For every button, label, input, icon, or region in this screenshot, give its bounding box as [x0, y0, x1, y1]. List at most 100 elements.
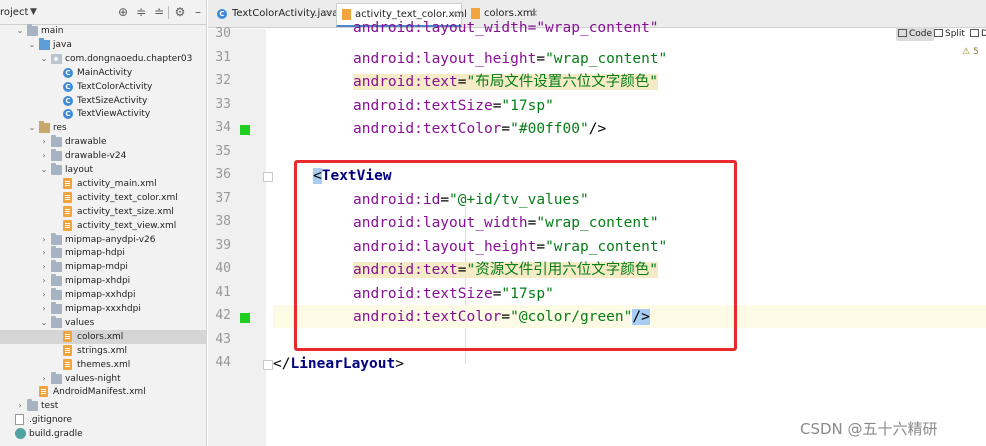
tree-item-label: build.gradle [29, 429, 83, 440]
tree-item[interactable]: themes.xml [0, 358, 206, 372]
tree-item[interactable]: activity_text_view.xml [0, 219, 206, 233]
line-number: 33 [215, 96, 231, 112]
tree-item[interactable]: ⌄ com.dongnaoedu.chapter03 [0, 52, 206, 66]
tree-item[interactable]: › mipmap-anydpi-v26 [0, 232, 206, 247]
line-number: 39 [215, 237, 231, 253]
tree-item[interactable]: TextViewActivity [0, 107, 206, 121]
chevron-right-icon[interactable]: › [15, 399, 25, 413]
text-icon [15, 414, 24, 426]
code-line[interactable]: android:text="布局文件设置六位文字颜色" [273, 70, 986, 93]
tree-item[interactable]: › test [0, 399, 206, 413]
line-number: 36 [215, 167, 231, 182]
code-equals: = [536, 50, 546, 67]
folder-icon [51, 302, 62, 314]
color-preview-marker[interactable] [240, 313, 250, 323]
code-text: android:layout_height="wrap_content" [353, 50, 667, 68]
folder-icon [51, 135, 62, 148]
warning-count: 5 [972, 47, 979, 57]
project-title[interactable]: roject [0, 7, 28, 18]
tree-item[interactable]: › mipmap-xxhdpi [0, 288, 206, 302]
chevron-down-icon[interactable]: ⌄ [39, 52, 49, 66]
tree-item[interactable]: strings.xml [0, 344, 206, 358]
locate-icon[interactable]: ⊕ [116, 5, 130, 19]
tree-item[interactable]: activity_text_color.xml [0, 191, 206, 205]
tree-item[interactable]: colors.xml [0, 329, 206, 344]
code-line[interactable]: android:textSize="17sp" [273, 94, 986, 117]
tree-item[interactable]: ⌄ layout [0, 163, 206, 177]
tree-item[interactable]: › values-night [0, 371, 206, 386]
code-line[interactable]: android:layout_width="wrap_content" [273, 20, 986, 46]
code-text: android:textColor="#00ff00"/> [353, 120, 606, 138]
expand-all-icon[interactable]: ≑ [134, 5, 148, 19]
tree-item[interactable]: MainActivity [0, 66, 206, 80]
tree-item[interactable]: › mipmap-xhdpi [0, 274, 206, 288]
tree-item[interactable]: › drawable [0, 135, 206, 149]
code-line[interactable]: </LinearLayout> [273, 352, 986, 375]
tree-item[interactable]: ⌄ res [0, 121, 206, 135]
code-line[interactable]: android:layout_height="wrap_content" [273, 47, 986, 70]
code-text: android:layout_width="wrap_content" [353, 19, 659, 37]
tree-item[interactable]: › mipmap-mdpi [0, 260, 206, 274]
tree-item[interactable]: › mipmap-xxxhdpi [0, 302, 206, 316]
design-view-button[interactable]: D [970, 27, 986, 41]
tree-item[interactable]: activity_main.xml [0, 177, 206, 191]
chevron-down-icon[interactable]: ⌄ [15, 24, 25, 38]
tree-item-label: drawable [65, 137, 107, 148]
folder-icon [51, 371, 62, 384]
minimize-icon[interactable]: – [191, 5, 205, 19]
chevron-down-icon[interactable]: ⌄ [27, 121, 37, 135]
tree-item[interactable]: TextColorActivity [0, 80, 206, 94]
tab-label: TextColorActivity.java [232, 8, 339, 19]
chevron-right-icon[interactable]: › [39, 135, 49, 149]
chevron-right-icon[interactable]: › [39, 372, 49, 386]
tree-item-label: .gitignore [29, 415, 73, 426]
tree-item[interactable]: TextSizeActivity [0, 94, 206, 108]
collapse-all-icon[interactable]: ≐ [152, 5, 166, 19]
tree-item[interactable]: .gitignore [0, 413, 206, 427]
chevron-right-icon[interactable]: › [39, 274, 49, 288]
tree-item[interactable]: AndroidManifest.xml [0, 385, 206, 399]
code-text: android:textSize="17sp" [353, 97, 554, 115]
code-tag-close: /> [588, 121, 607, 137]
chevron-right-icon[interactable]: › [39, 288, 49, 302]
tree-item-label: values [65, 317, 95, 328]
chevron-down-icon[interactable]: ⌄ [39, 163, 49, 177]
line-number: 43 [215, 331, 231, 347]
tree-item-label: TextViewActivity [77, 109, 151, 120]
fold-icon[interactable] [263, 172, 273, 182]
project-tool-window: roject ▼ ⊕ ≑ ≐ ⚙ – ⌄ main ⌄ java ⌄ com.dongna… [0, 0, 207, 446]
gear-icon[interactable]: ⚙ [173, 5, 187, 19]
chevron-right-icon[interactable]: › [39, 302, 49, 316]
tree-item[interactable]: ⌄ values [0, 315, 206, 330]
class-icon [217, 9, 227, 19]
code-view-button[interactable]: Code [896, 27, 935, 41]
xml-icon [63, 219, 72, 231]
close-icon[interactable]: × [324, 3, 332, 25]
tree-item[interactable]: ⌄ main [0, 24, 206, 38]
tree-item[interactable]: build.gradle [0, 427, 206, 441]
tree-item[interactable]: › drawable-v24 [0, 149, 206, 163]
warnings-indicator[interactable]: ⚠ 5 [962, 47, 979, 57]
color-preview-marker[interactable] [240, 125, 250, 135]
line-number: 38 [215, 214, 231, 229]
chevron-right-icon[interactable]: › [39, 233, 49, 247]
chevron-down-icon[interactable]: ⌄ [27, 38, 37, 52]
fold-icon[interactable] [263, 360, 273, 370]
tree-item[interactable]: › mipmap-hdpi [0, 246, 206, 260]
code-line[interactable]: android:textColor="#00ff00"/> [273, 117, 986, 140]
chevron-right-icon[interactable]: › [39, 149, 49, 163]
chevron-right-icon[interactable]: › [39, 260, 49, 274]
tree-item[interactable]: activity_text_size.xml [0, 205, 206, 219]
gradle-icon [15, 428, 26, 440]
split-view-button[interactable]: Split [934, 27, 965, 41]
line-number: 31 [215, 49, 231, 65]
chevron-down-icon[interactable]: ⌄ [39, 316, 49, 330]
chevron-down-icon[interactable]: ▼ [30, 7, 37, 17]
folder-icon [51, 232, 62, 245]
chevron-right-icon[interactable]: › [39, 246, 49, 260]
tree-item[interactable]: ⌄ java [0, 37, 206, 52]
class-icon [63, 81, 73, 92]
tree-item-label: activity_text_color.xml [77, 192, 178, 203]
folder-icon [51, 163, 62, 175]
folder-icon [51, 260, 62, 273]
